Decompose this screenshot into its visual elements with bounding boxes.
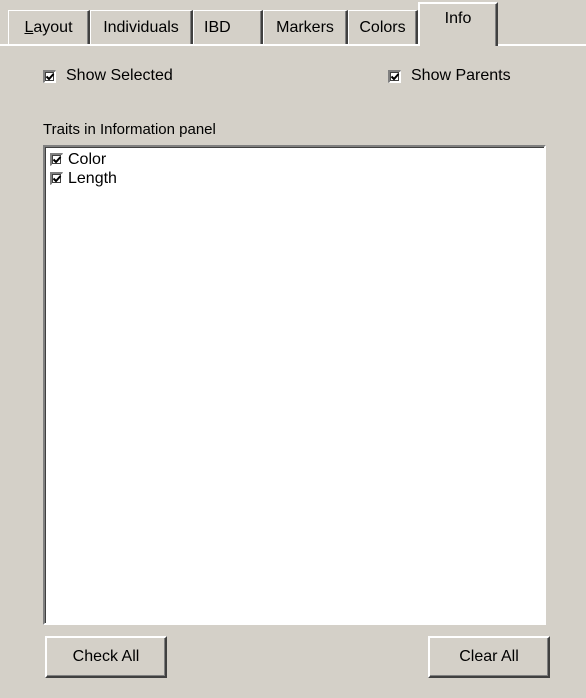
tab-ibd[interactable]: IBD bbox=[193, 10, 263, 44]
checkmark-icon bbox=[52, 156, 62, 164]
checkmark-icon bbox=[52, 175, 62, 183]
tab-layout-mnemonic: L bbox=[24, 18, 34, 36]
trait-length-checkbox[interactable] bbox=[50, 172, 63, 185]
trait-color-checkbox[interactable] bbox=[50, 153, 63, 166]
tab-baseline-divider bbox=[0, 44, 586, 46]
trait-color-label: Color bbox=[68, 150, 107, 168]
trait-item-length[interactable]: Length bbox=[45, 169, 544, 188]
show-selected-checkbox[interactable] bbox=[43, 69, 56, 83]
clear-all-button[interactable]: Clear All bbox=[428, 636, 550, 678]
show-parents-label: Show Parents bbox=[411, 67, 511, 84]
trait-length-label: Length bbox=[68, 169, 117, 187]
tab-colors-label: Colors bbox=[359, 18, 406, 36]
show-selected-label: Show Selected bbox=[66, 67, 173, 84]
check-all-button[interactable]: Check All bbox=[45, 636, 167, 678]
checkmark-icon bbox=[390, 72, 400, 80]
tab-colors[interactable]: Colors bbox=[348, 10, 418, 44]
show-parents-checkbox[interactable] bbox=[388, 69, 401, 83]
checkmark-icon bbox=[45, 72, 55, 80]
tab-info[interactable]: Info bbox=[418, 2, 498, 46]
tab-markers-label: Markers bbox=[276, 18, 334, 36]
tab-markers[interactable]: Markers bbox=[263, 10, 348, 44]
tab-layout-label-rest: ayout bbox=[33, 18, 73, 36]
show-parents-option[interactable]: Show Parents bbox=[388, 67, 511, 85]
show-selected-option[interactable]: Show Selected bbox=[43, 67, 173, 85]
tab-individuals-label: Individuals bbox=[103, 18, 179, 36]
tab-layout[interactable]: Layout bbox=[8, 10, 90, 44]
tab-individuals[interactable]: Individuals bbox=[90, 10, 193, 44]
tab-info-label: Info bbox=[444, 10, 472, 27]
tab-strip: Layout Individuals IBD Markers Colors In… bbox=[0, 0, 586, 46]
traits-panel-label: Traits in Information panel bbox=[43, 121, 216, 138]
tab-ibd-label: IBD bbox=[204, 18, 231, 36]
trait-item-color[interactable]: Color bbox=[45, 150, 544, 169]
traits-list[interactable]: Color Length bbox=[43, 145, 546, 625]
